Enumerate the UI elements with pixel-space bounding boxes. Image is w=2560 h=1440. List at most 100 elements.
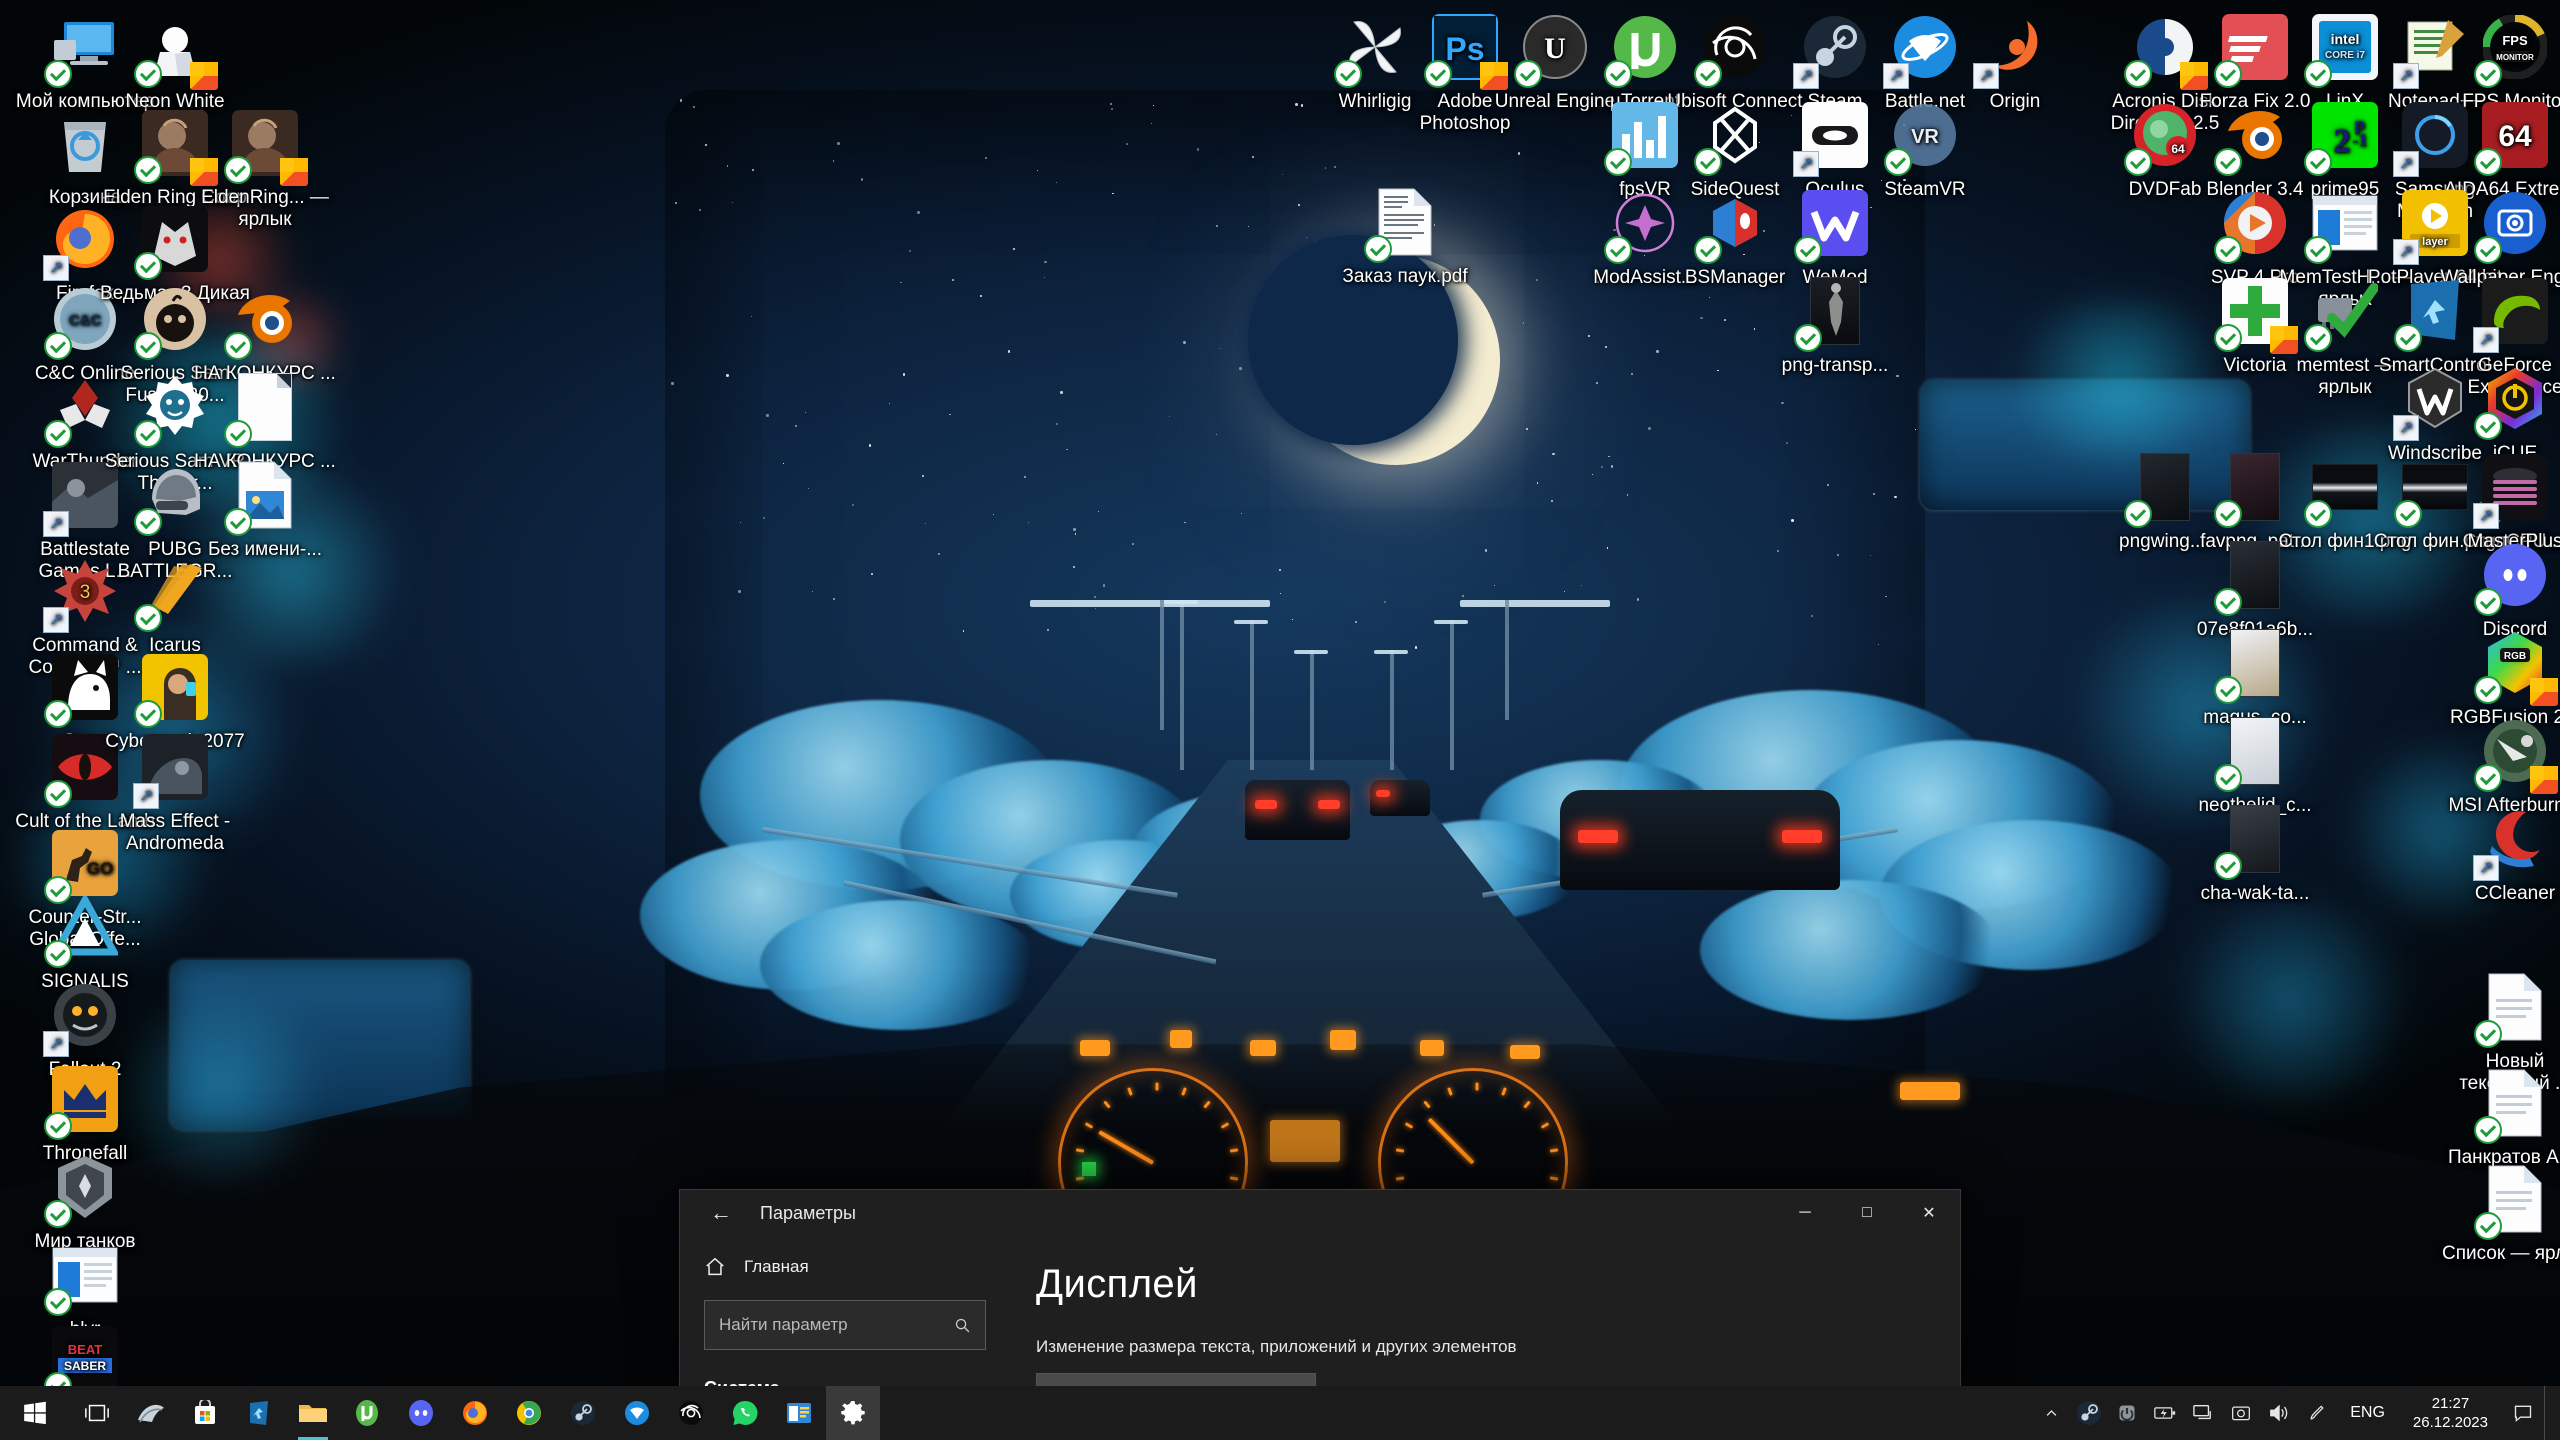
clock[interactable]: 21:27 26.12.2023	[2399, 1386, 2502, 1440]
sync-check-icon	[1604, 148, 1632, 176]
sync-check-icon	[134, 420, 162, 448]
sync-check-icon	[2304, 500, 2332, 528]
taskbar-app-whatsapp[interactable]	[718, 1386, 772, 1440]
desktop-icon-label: Без имени-...	[190, 539, 340, 561]
home-icon	[704, 1256, 726, 1278]
sidebar-item-home[interactable]: Главная	[704, 1256, 986, 1278]
tray-power[interactable]	[2108, 1386, 2146, 1440]
taskbar-empty-area[interactable]	[880, 1386, 2032, 1440]
sync-check-icon	[2304, 148, 2332, 176]
shortcut-arrow-icon: ↗	[2393, 239, 2419, 265]
search-input[interactable]	[719, 1315, 946, 1335]
desktop-icon[interactable]: Список — ярлык	[2440, 1160, 2560, 1265]
taskbar-app-taskmanager[interactable]	[772, 1386, 826, 1440]
taskbar-app-settings[interactable]	[826, 1386, 880, 1440]
language-indicator[interactable]: ENG	[2336, 1386, 2399, 1440]
shortcut-arrow-icon: ↗	[1883, 63, 1909, 89]
clock-date: 26.12.2023	[2413, 1413, 2488, 1432]
taskbar-app-explorer[interactable]	[286, 1386, 340, 1440]
desktop-icon[interactable]: Панкратов А. А	[2440, 1064, 2560, 1169]
scale-label: Изменение размера текста, приложений и д…	[1036, 1337, 1920, 1357]
tray-network[interactable]	[2184, 1386, 2222, 1440]
tray-volume[interactable]	[2260, 1386, 2298, 1440]
sync-check-icon	[2474, 764, 2502, 792]
taskbar-app-steam[interactable]	[556, 1386, 610, 1440]
tray-camera[interactable]	[2222, 1386, 2260, 1440]
search-box[interactable]	[704, 1300, 986, 1350]
origin-icon: ↗	[1976, 8, 2054, 86]
notification-icon[interactable]	[2502, 1386, 2544, 1440]
sync-check-icon	[2474, 148, 2502, 176]
thumb6-icon	[2216, 800, 2294, 878]
shortcut-arrow-icon: ↗	[1793, 151, 1819, 177]
steam-icon	[2076, 1400, 2102, 1426]
tray-steam[interactable]	[2070, 1386, 2108, 1440]
taskbar-app-paint[interactable]	[124, 1386, 178, 1440]
sync-check-icon	[44, 420, 72, 448]
aida64-icon: 64	[2476, 96, 2554, 174]
taskbar-app-firefox[interactable]	[448, 1386, 502, 1440]
ubisoft-icon	[678, 1400, 704, 1426]
page-title: Дисплей	[1036, 1262, 1920, 1307]
settings-window[interactable]: ← Параметры ─ □ ✕ Главная Найти параметр…	[680, 1190, 1960, 1410]
clock-time: 21:27	[2432, 1394, 2470, 1413]
sync-check-icon	[2474, 236, 2502, 264]
taskbar-app-discord[interactable]	[394, 1386, 448, 1440]
taskbar-app-smartcontrol[interactable]	[232, 1386, 286, 1440]
sync-check-icon	[1604, 60, 1632, 88]
shortcut-arrow-icon: ↗	[1793, 63, 1819, 89]
taskbar-app-store[interactable]	[178, 1386, 232, 1440]
desktop-icon[interactable]: Neon White	[100, 8, 250, 113]
back-button[interactable]: ←	[704, 1200, 738, 1226]
desktop-icon[interactable]: png-transp...	[1760, 272, 1910, 377]
taskbar-app-utorrent[interactable]	[340, 1386, 394, 1440]
taskbar-app-battlenet[interactable]	[610, 1386, 664, 1440]
svg-text:VR: VR	[1911, 126, 1939, 148]
camera-icon	[2231, 1403, 2251, 1423]
chevron-up-icon[interactable]	[2032, 1386, 2070, 1440]
sync-check-icon	[2214, 236, 2242, 264]
sync-check-icon	[2124, 500, 2152, 528]
battery-icon	[2154, 1404, 2176, 1422]
desktop-icon-label: png-transp...	[1760, 355, 1910, 377]
minimize-button[interactable]: ─	[1774, 1190, 1836, 1236]
icarus-icon	[136, 552, 214, 630]
titlebar-drag-area[interactable]	[1010, 1190, 1774, 1236]
settings-titlebar[interactable]: ← Параметры ─ □ ✕	[680, 1190, 1960, 1236]
taskbar-app-chrome[interactable]	[502, 1386, 556, 1440]
task-view-button[interactable]	[70, 1386, 124, 1440]
tray-battery[interactable]	[2146, 1386, 2184, 1440]
maximize-button[interactable]: □	[1836, 1190, 1898, 1236]
microsoft-store-icon	[193, 1400, 217, 1426]
cyberpunk-icon	[136, 648, 214, 726]
sync-check-icon	[2474, 1020, 2502, 1048]
paint-icon	[136, 1400, 166, 1426]
settings-content: Дисплей Изменение размера текста, прилож…	[1010, 1236, 1960, 1410]
security-shield-icon	[280, 158, 308, 186]
tray-pen[interactable]	[2298, 1386, 2336, 1440]
desktop-icon[interactable]: Заказ паук.pdf	[1330, 183, 1480, 288]
sync-check-icon	[2304, 236, 2332, 264]
desktop-icon[interactable]: ↗ CCleaner	[2440, 800, 2560, 905]
desktop-icon[interactable]: Без имени-...	[190, 456, 340, 561]
wemod-icon	[1796, 184, 1874, 262]
taskbar[interactable]: ENG 21:27 26.12.2023	[0, 1386, 2560, 1440]
desktop-icon[interactable]: cha-wak-ta...	[2180, 800, 2330, 905]
svg-text:FPS: FPS	[2502, 33, 2528, 48]
start-button[interactable]	[0, 1386, 70, 1440]
desktop-icon[interactable]: EldenRing... — ярлык	[190, 104, 340, 231]
show-desktop-button[interactable]	[2544, 1386, 2554, 1440]
desktop-icon[interactable]: ↗ Mass Effect - Andromeda	[100, 728, 250, 855]
steam-icon	[570, 1400, 596, 1426]
sync-check-icon	[1514, 60, 1542, 88]
task-view-icon	[84, 1402, 110, 1424]
desktop-icon[interactable]: Icarus	[100, 552, 250, 657]
sync-check-icon	[134, 156, 162, 184]
sync-check-icon	[2214, 852, 2242, 880]
close-button[interactable]: ✕	[1898, 1190, 1960, 1236]
svg-text:BEAT: BEAT	[68, 1342, 102, 1357]
sync-check-icon	[134, 60, 162, 88]
sync-check-icon	[1604, 236, 1632, 264]
txtdoc-icon	[2476, 1160, 2554, 1238]
taskbar-app-ubisoft[interactable]	[664, 1386, 718, 1440]
